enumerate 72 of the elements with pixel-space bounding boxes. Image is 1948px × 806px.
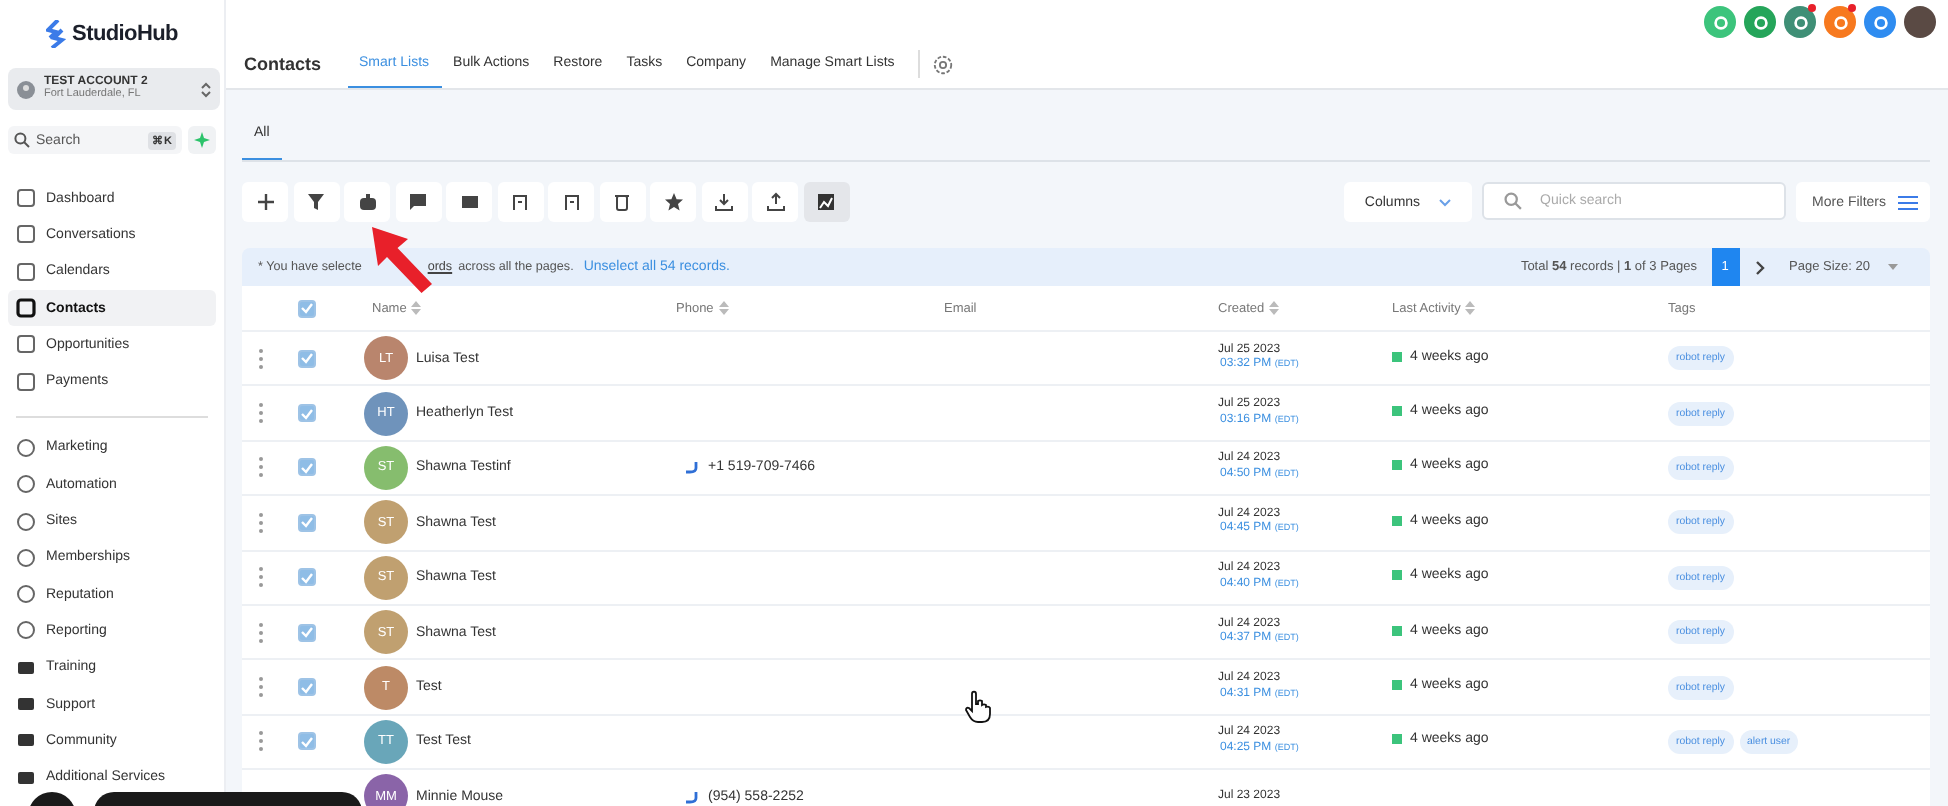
more-icon[interactable] — [258, 730, 264, 753]
brand-name: StudioHub — [72, 22, 178, 46]
chevron-icon — [1438, 197, 1453, 207]
upload-icon — [765, 192, 785, 212]
ring-icon — [1711, 13, 1729, 31]
page-title: Contacts — [244, 52, 322, 78]
search-icon — [1504, 192, 1523, 210]
row-checkbox[interactable] — [298, 458, 316, 477]
message-icon — [1392, 570, 1402, 581]
ring-icon — [1751, 13, 1769, 31]
image-icon — [816, 192, 836, 212]
row-checkbox[interactable] — [298, 349, 316, 368]
toolbar-button[interactable] — [344, 182, 390, 222]
header-action-button[interactable] — [1744, 6, 1776, 38]
row-checkbox[interactable] — [298, 732, 316, 751]
row-checkbox[interactable] — [298, 623, 316, 642]
toolbar-button[interactable] — [548, 182, 594, 222]
user-avatar[interactable] — [1904, 6, 1936, 38]
toolbar-button[interactable] — [395, 182, 441, 222]
header-action-button[interactable] — [1704, 6, 1736, 38]
sparkle-button[interactable] — [188, 126, 216, 154]
more-icon[interactable] — [258, 566, 264, 589]
toolbar-button[interactable] — [242, 182, 288, 222]
message-icon — [1392, 406, 1402, 417]
ring-icon — [1871, 13, 1889, 31]
message-icon — [1392, 734, 1402, 745]
message-icon — [1392, 351, 1402, 362]
phone-icon — [684, 789, 698, 804]
phone-icon — [684, 460, 698, 475]
ring-icon — [1831, 13, 1849, 31]
more-icon[interactable] — [258, 402, 264, 425]
toolbar-button[interactable] — [599, 182, 645, 222]
toolbar-button[interactable] — [497, 182, 543, 222]
select-all-checkbox[interactable] — [298, 299, 316, 317]
search-icon — [14, 132, 30, 148]
location-icon — [16, 79, 36, 99]
toolbar-button[interactable] — [701, 182, 747, 222]
download-icon — [714, 192, 734, 212]
row-checkbox[interactable] — [298, 404, 316, 423]
more-icon[interactable] — [258, 456, 264, 479]
chevron-icon — [200, 79, 212, 99]
message-icon — [1392, 680, 1402, 691]
toolbar-button[interactable] — [650, 182, 696, 222]
sort-icon — [1464, 300, 1477, 316]
sort-icon — [717, 300, 730, 316]
message-icon — [1392, 625, 1402, 636]
row-checkbox[interactable] — [298, 678, 316, 697]
more-icon[interactable] — [258, 676, 264, 699]
header-action-button[interactable] — [1824, 6, 1856, 38]
more-icon[interactable] — [258, 511, 264, 534]
header-action-button[interactable] — [1784, 6, 1816, 38]
more-icon[interactable] — [258, 347, 264, 370]
toolbar-button[interactable] — [803, 182, 849, 222]
sort-icon — [410, 300, 423, 316]
row-checkbox[interactable] — [298, 513, 316, 532]
message-icon — [1392, 515, 1402, 526]
settings-icon[interactable] — [932, 53, 955, 75]
logo-icon — [46, 20, 67, 48]
more-icon[interactable] — [258, 621, 264, 644]
message-icon — [1392, 460, 1402, 471]
caret-icon — [1886, 262, 1900, 272]
filter-icon — [306, 192, 326, 212]
next-page-icon[interactable] — [1753, 259, 1766, 275]
toolbar-button[interactable] — [293, 182, 339, 222]
add-icon — [255, 192, 275, 212]
filter-lines-icon — [1898, 193, 1918, 211]
toolbar-button[interactable] — [446, 182, 492, 222]
ring-icon — [1791, 13, 1809, 31]
row-checkbox[interactable] — [298, 568, 316, 587]
trash-icon — [612, 192, 632, 212]
toolbar-button[interactable] — [752, 182, 798, 222]
sort-icon — [1268, 300, 1281, 316]
